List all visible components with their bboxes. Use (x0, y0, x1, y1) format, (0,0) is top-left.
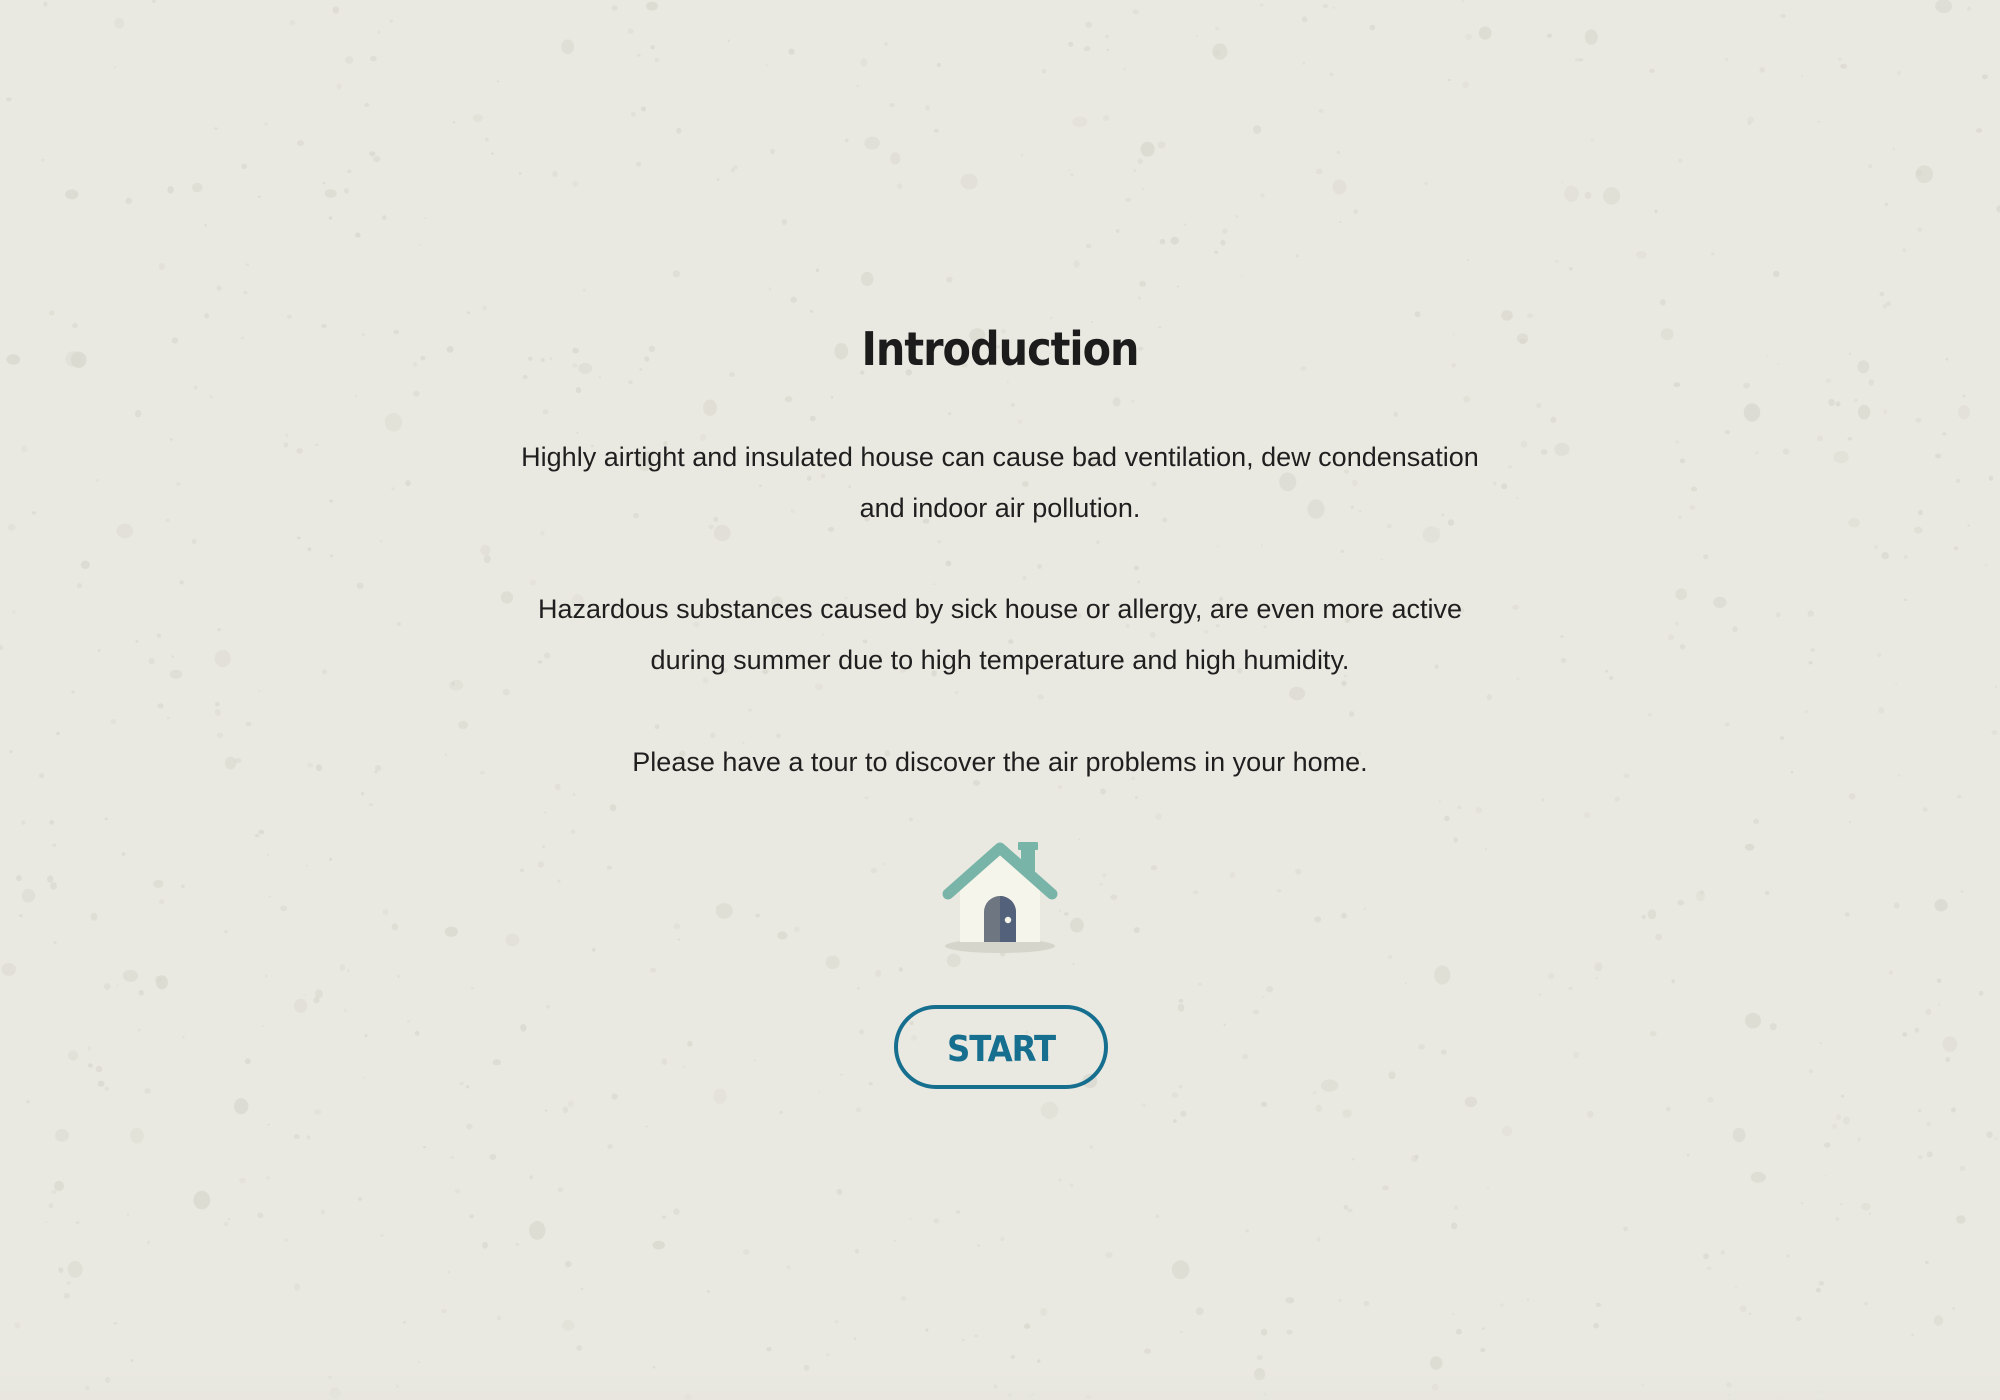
speckled-background (0, 0, 2000, 1400)
start-button[interactable]: START (894, 1005, 1108, 1089)
intro-paragraph-hazardous-substances: Hazardous substances caused by sick hous… (538, 594, 1462, 675)
page-title: Introduction (861, 322, 1140, 376)
intro-paragraph-ventilation: Highly airtight and insulated house can … (521, 442, 1479, 523)
intro-paragraph-tour: Please have a tour to discover the air p… (632, 747, 1368, 777)
bottom-edge-shadow (0, 1370, 2000, 1400)
start-button-label: START (946, 1028, 1056, 1070)
house-icon (942, 842, 1058, 953)
